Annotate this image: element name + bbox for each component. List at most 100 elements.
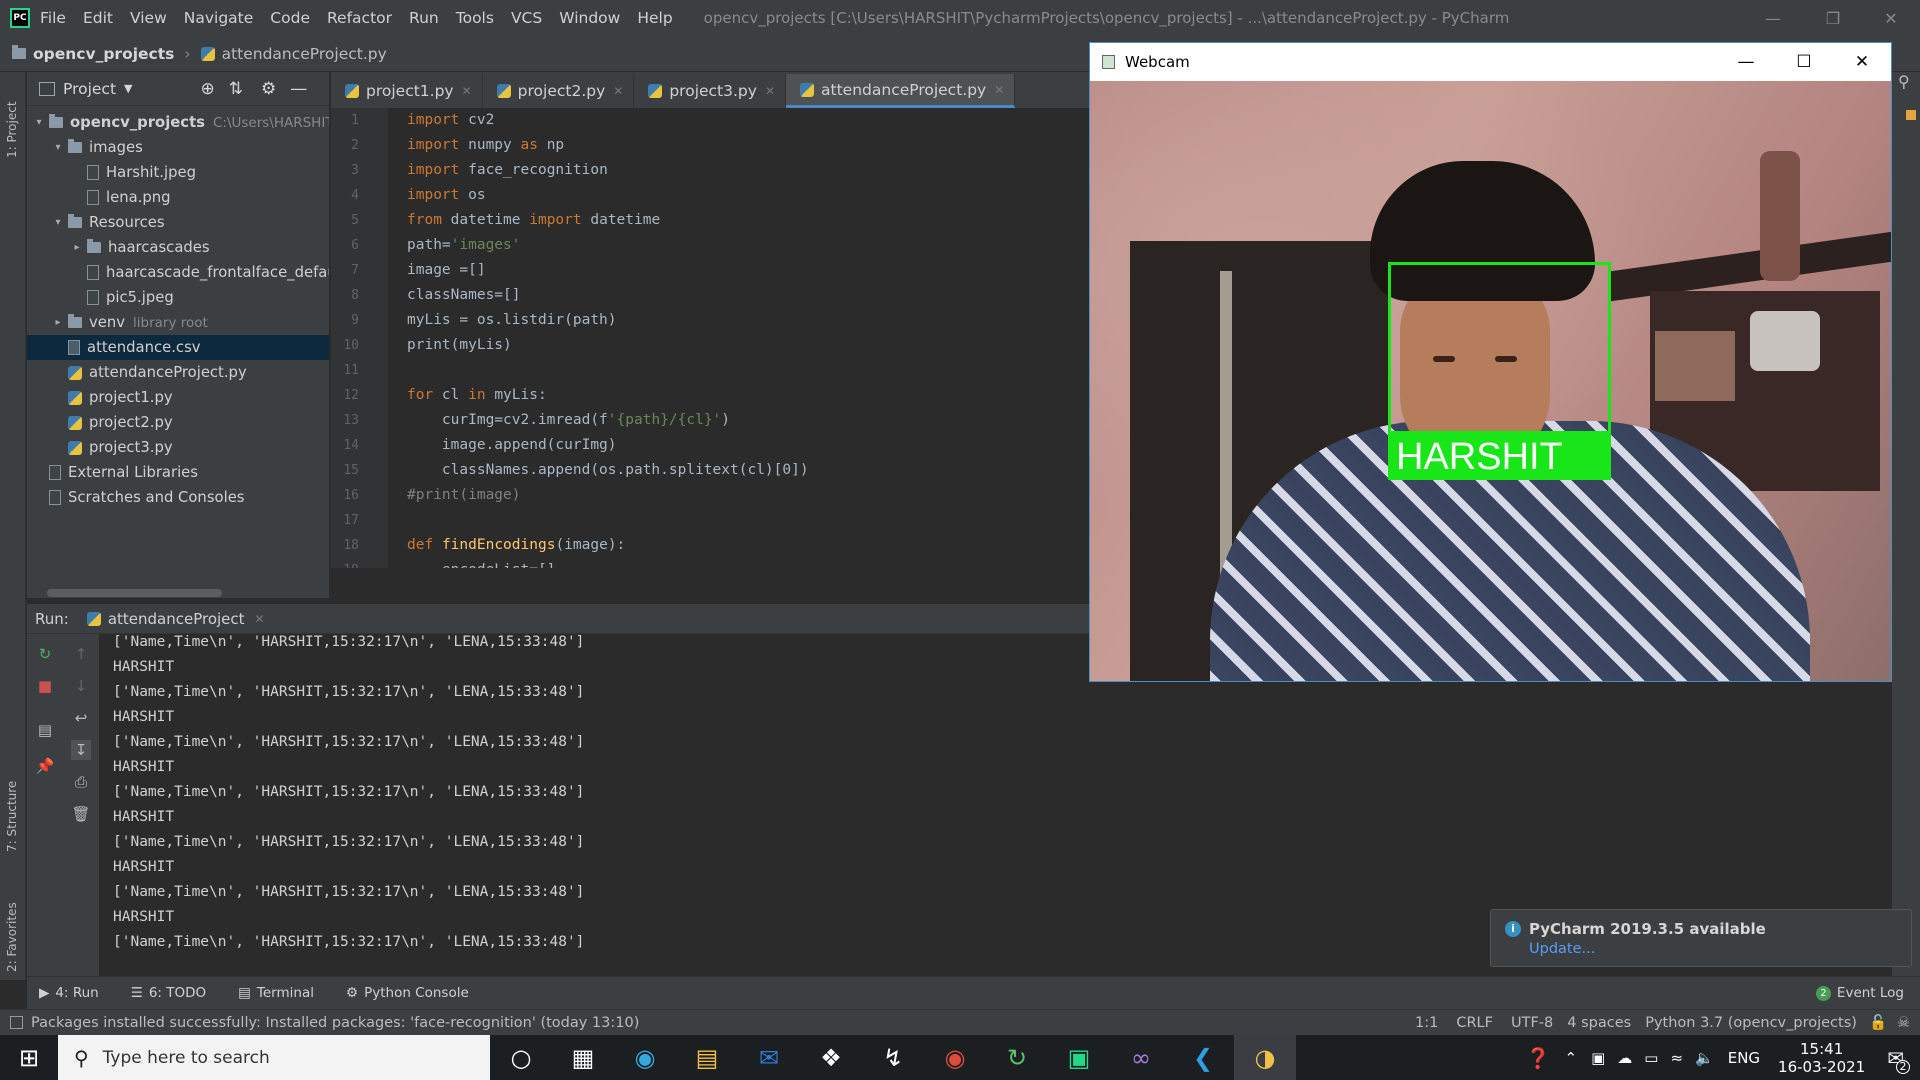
minimize-button[interactable]: — bbox=[1744, 0, 1802, 36]
editor-tab[interactable]: project1.py ✕ bbox=[331, 74, 483, 108]
update-notification[interactable]: i PyCharm 2019.3.5 available Update... bbox=[1490, 909, 1912, 967]
windows-start-icon[interactable]: ⊞ bbox=[0, 1035, 58, 1080]
code-line[interactable]: 17 bbox=[331, 508, 1089, 533]
code-line[interactable]: 6 path='images' bbox=[331, 233, 1089, 258]
onedrive-icon[interactable]: ☁ bbox=[1617, 1049, 1632, 1067]
code-line[interactable]: 12 for cl in myLis: bbox=[331, 383, 1089, 408]
menu-run[interactable]: Run bbox=[409, 9, 439, 27]
pycharm-taskbar-icon[interactable]: ▣ bbox=[1048, 1035, 1110, 1080]
locate-icon[interactable]: ⊕ bbox=[201, 79, 215, 99]
help-icon[interactable]: ❓ bbox=[1526, 1046, 1551, 1070]
editor-tab[interactable]: project2.py ✕ bbox=[483, 74, 635, 108]
code-line[interactable]: 8 classNames=[] bbox=[331, 283, 1089, 308]
tree-item[interactable]: External Libraries bbox=[27, 460, 329, 485]
inspector-icon[interactable]: ☠ bbox=[1897, 1015, 1910, 1031]
chevron-down-icon[interactable]: ▾ bbox=[52, 217, 64, 228]
trash-icon[interactable]: 🗑 bbox=[71, 804, 91, 824]
webcam-window[interactable]: Webcam — ☐ ✕ HARSHIT bbox=[1089, 42, 1892, 682]
code-line[interactable]: 13 curImg=cv2.imread(f'{path}/{cl}') bbox=[331, 408, 1089, 433]
menu-window[interactable]: Window bbox=[559, 9, 620, 27]
refresh-app-icon[interactable]: ↻ bbox=[986, 1035, 1048, 1080]
tree-item[interactable]: pic5.jpeg bbox=[27, 285, 329, 310]
webcam-maximize-button[interactable]: ☐ bbox=[1775, 43, 1833, 81]
code-line[interactable]: 16 #print(image) bbox=[331, 483, 1089, 508]
menu-tools[interactable]: Tools bbox=[456, 9, 494, 27]
webcam-minimize-button[interactable]: — bbox=[1717, 43, 1775, 81]
menu-view[interactable]: View bbox=[130, 9, 167, 27]
code-line[interactable]: 5 from datetime import datetime bbox=[331, 208, 1089, 233]
close-icon[interactable]: ✕ bbox=[613, 84, 623, 98]
project-panel-title[interactable]: Project bbox=[63, 80, 116, 98]
code-line[interactable]: 10 print(myLis) bbox=[331, 333, 1089, 358]
taskbar-search-box[interactable]: ⚲ Type here to search bbox=[58, 1035, 490, 1080]
scroll-down-icon[interactable]: ↓ bbox=[71, 676, 91, 696]
menu-file[interactable]: File bbox=[40, 9, 66, 27]
lock-icon[interactable]: 🔓 bbox=[1869, 1014, 1887, 1031]
action-center-icon[interactable]: ✉ 2 bbox=[1887, 1046, 1910, 1074]
wifi-icon[interactable]: ≈ bbox=[1670, 1049, 1683, 1067]
run-config-tab[interactable]: attendanceProject bbox=[108, 610, 245, 628]
horizontal-scrollbar[interactable] bbox=[47, 589, 222, 597]
close-icon[interactable]: ✕ bbox=[255, 612, 265, 626]
menu-edit[interactable]: Edit bbox=[83, 9, 113, 27]
webcam-close-button[interactable]: ✕ bbox=[1833, 43, 1891, 81]
hide-panel-icon[interactable]: — bbox=[290, 79, 307, 99]
search-icon[interactable]: ⚲ bbox=[1898, 72, 1910, 91]
code-line[interactable]: 14 image.append(curImg) bbox=[331, 433, 1089, 458]
close-icon[interactable]: ✕ bbox=[994, 83, 1004, 97]
soft-wrap-icon[interactable]: ↩ bbox=[71, 708, 91, 728]
language-indicator[interactable]: ENG bbox=[1728, 1049, 1760, 1067]
chrome-icon[interactable]: ◉ bbox=[924, 1035, 986, 1080]
caret-position[interactable]: 1:1 bbox=[1415, 1015, 1438, 1031]
menu-navigate[interactable]: Navigate bbox=[184, 9, 254, 27]
device-icon[interactable]: ▣ bbox=[1591, 1049, 1605, 1067]
favorites-tool-tab[interactable]: 2: Favorites bbox=[5, 872, 19, 972]
menu-vcs[interactable]: VCS bbox=[511, 9, 542, 27]
tree-item[interactable]: project1.py bbox=[27, 385, 329, 410]
menu-help[interactable]: Help bbox=[637, 9, 672, 27]
tree-item[interactable]: lena.png bbox=[27, 185, 329, 210]
code-line[interactable]: 15 classNames.append(os.path.splitext(cl… bbox=[331, 458, 1089, 483]
edge-icon[interactable]: ◉ bbox=[614, 1035, 676, 1080]
chevron-down-icon[interactable]: ▾ bbox=[52, 142, 64, 153]
visual-studio-icon[interactable]: ∞ bbox=[1110, 1035, 1172, 1080]
app-bolt-icon[interactable]: ↯ bbox=[862, 1035, 924, 1080]
tree-item[interactable]: project3.py bbox=[27, 435, 329, 460]
chevron-down-icon[interactable]: ▼ bbox=[124, 82, 132, 95]
tab-terminal[interactable]: ▤ Terminal bbox=[232, 985, 314, 1001]
file-encoding[interactable]: UTF-8 bbox=[1511, 1015, 1553, 1031]
code-line[interactable]: 18 def findEncodings(image): bbox=[331, 533, 1089, 558]
tool-window-toggle-icon[interactable] bbox=[10, 1016, 23, 1029]
code-editor[interactable]: 1 import cv2 2 import numpy as np 3 import fa… bbox=[331, 108, 1089, 568]
tree-item[interactable]: ▸ venv library root bbox=[27, 310, 329, 335]
chevron-down-icon[interactable]: ▾ bbox=[33, 117, 45, 128]
tree-item[interactable]: project2.py bbox=[27, 410, 329, 435]
close-button[interactable]: ✕ bbox=[1862, 0, 1920, 36]
tab-todo[interactable]: ☰ 6: TODO bbox=[125, 985, 206, 1001]
python-taskbar-icon[interactable]: ◑ bbox=[1234, 1035, 1296, 1080]
tree-item[interactable]: attendance.csv bbox=[27, 335, 329, 360]
indent-setting[interactable]: 4 spaces bbox=[1567, 1015, 1631, 1031]
vscode-icon[interactable]: ❮ bbox=[1172, 1035, 1234, 1080]
file-explorer-icon[interactable]: ▤ bbox=[676, 1035, 738, 1080]
editor-tab[interactable]: project3.py ✕ bbox=[634, 74, 787, 108]
close-icon[interactable]: ✕ bbox=[462, 84, 472, 98]
structure-tool-tab[interactable]: 7: Structure bbox=[5, 762, 19, 852]
tab-python-console[interactable]: ⚙ Python Console bbox=[340, 985, 469, 1001]
gear-icon[interactable]: ⚙ bbox=[261, 79, 276, 99]
update-link[interactable]: Update... bbox=[1529, 941, 1595, 957]
scroll-up-icon[interactable]: ↑ bbox=[71, 644, 91, 664]
restore-button[interactable]: ❐ bbox=[1804, 0, 1862, 36]
tree-item[interactable]: attendanceProject.py bbox=[27, 360, 329, 385]
tree-item[interactable]: haarcascade_frontalface_default.xml bbox=[27, 260, 329, 285]
task-view-icon[interactable]: ▦ bbox=[552, 1035, 614, 1080]
tab-run[interactable]: ▶ 4: Run bbox=[27, 985, 99, 1001]
tree-item[interactable]: ▾ images bbox=[27, 135, 329, 160]
volume-icon[interactable]: 🔈 bbox=[1695, 1049, 1714, 1067]
tree-item[interactable]: ▾ Resources bbox=[27, 210, 329, 235]
print-icon[interactable]: ⎙ bbox=[71, 772, 91, 792]
pin-icon[interactable]: 📌 bbox=[35, 756, 55, 776]
mail-icon[interactable]: ✉ bbox=[738, 1035, 800, 1080]
cortana-icon[interactable]: ○ bbox=[490, 1035, 552, 1080]
stop-icon[interactable]: ■ bbox=[35, 676, 55, 696]
